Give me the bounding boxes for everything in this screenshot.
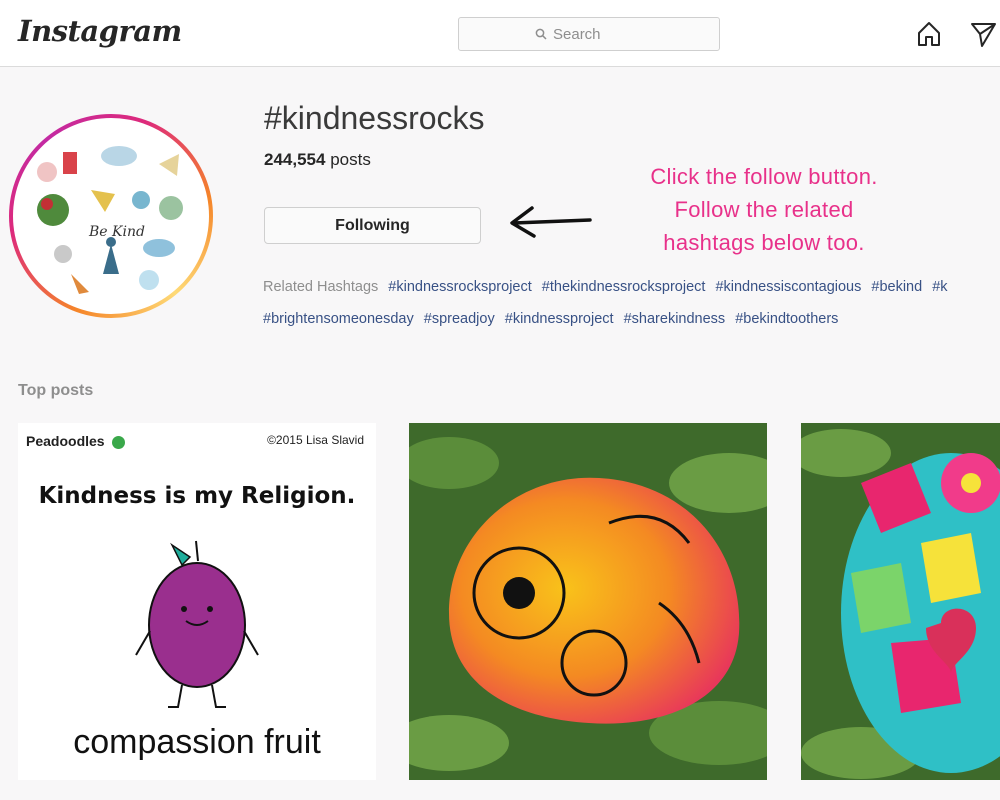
annotation-line: Click the follow button. (650, 164, 878, 189)
related-hashtag-link[interactable]: #kindnessiscontagious (715, 279, 861, 295)
top-posts-heading: Top posts (18, 382, 94, 399)
top-post-3[interactable] (801, 423, 1000, 780)
top-post-1[interactable]: Peadoodles ©2015 Lisa Slavid Kindness is… (18, 423, 376, 780)
related-hashtag-link[interactable]: #bekindtoothers (735, 311, 838, 327)
post-copyright-text: ©2015 Lisa Slavid (267, 433, 364, 447)
green-dot-icon (112, 435, 126, 449)
post-heading-text: Kindness is my Religion. (38, 483, 356, 509)
search-input[interactable] (553, 25, 643, 43)
post-caption-text: compassion fruit (73, 723, 321, 761)
instagram-logo[interactable]: Instagram (18, 14, 182, 48)
related-hashtag-link[interactable]: #spreadjoy (424, 311, 495, 327)
related-hashtag-link[interactable]: #sharekindness (624, 311, 726, 327)
post-count-suffix: posts (330, 150, 371, 169)
post-count-number: 244,554 (264, 150, 326, 169)
related-hashtags: Related Hashtags #kindnessrocksproject #… (263, 271, 1000, 335)
related-hashtag-link[interactable]: #kindnessproject (505, 311, 614, 327)
instruction-annotation: Click the follow button. Follow the rela… (604, 160, 924, 259)
hashtag-title: #kindnessrocks (264, 100, 485, 136)
related-hashtag-link[interactable]: #k (932, 279, 947, 295)
home-icon[interactable] (914, 19, 944, 49)
fruit-character-illustration (135, 540, 259, 708)
related-hashtag-link[interactable]: #bekind (871, 279, 922, 295)
hashtag-avatar: Be Kind (9, 114, 213, 318)
painted-rock-photo (409, 423, 767, 780)
pointing-arrow-icon (506, 200, 594, 249)
related-hashtags-label: Related Hashtags (263, 279, 379, 295)
annotation-line: hashtags below too. (663, 230, 865, 255)
post-count: 244,554 posts (264, 150, 371, 170)
post-brand-text: Peadoodles (26, 433, 126, 449)
related-hashtag-link[interactable]: #brightensomeonesday (263, 311, 414, 327)
search-box[interactable] (458, 17, 720, 51)
kindness-doodle-image: Be Kind (19, 124, 203, 308)
top-post-2[interactable] (409, 423, 767, 780)
be-kind-lettering: Be Kind (88, 224, 145, 240)
top-navigation-bar: Instagram (0, 0, 1000, 67)
annotation-line: Follow the related (674, 197, 854, 222)
direct-send-icon[interactable] (968, 19, 998, 49)
related-hashtag-link[interactable]: #thekindnessrocksproject (542, 279, 706, 295)
painted-rock-photo (801, 423, 1000, 780)
search-icon (535, 28, 547, 40)
related-hashtag-link[interactable]: #kindnessrocksproject (388, 279, 531, 295)
following-button[interactable]: Following (264, 207, 481, 244)
